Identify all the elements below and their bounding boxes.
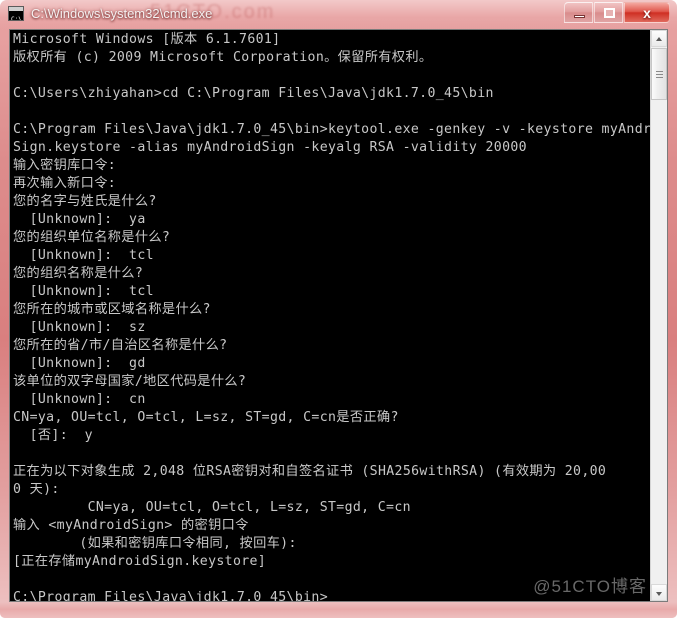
cmd-console-icon: C:\ (8, 6, 24, 21)
console-line: 您的组织单位名称是什么? (13, 230, 171, 245)
console-line: [Unknown]: ya (13, 212, 146, 227)
scrollbar-thumb[interactable] (651, 48, 667, 100)
console-line: 再次输入新口令: (13, 176, 117, 191)
console-icon-prompt-glyph: C:\ (11, 16, 22, 21)
console-line: C:\Program Files\Java\jdk1.7.0_45\bin> (13, 590, 329, 601)
console-line: (如果和密钥库口令相同, 按回车): (13, 536, 297, 551)
chevron-down-icon (656, 592, 662, 596)
vertical-scrollbar[interactable] (650, 30, 667, 601)
title-bar[interactable]: 51CTO.com C:\ C:\Windows\system32\cmd.ex… (0, 0, 677, 28)
console-line: [Unknown]: sz (13, 320, 146, 335)
console-client-area[interactable]: Microsoft Windows [版本 6.1.7601] 版权所有 (c) … (9, 29, 668, 602)
console-line: 您所在的省/市/自治区名称是什么? (13, 338, 228, 353)
console-line: 您所在的城市或区域名称是什么? (13, 302, 211, 317)
console-icon-screen: C:\ (9, 11, 23, 21)
console-line: [Unknown]: gd (13, 356, 146, 371)
window-controls: x (564, 2, 670, 23)
console-line: 该单位的双字母国家/地区代码是什么? (13, 374, 247, 389)
console-line: [正在存储myAndroidSign.keystore] (13, 554, 267, 569)
console-line: Sign.keystore -alias myAndroidSign -keya… (13, 140, 527, 155)
console-line: 输入 <myAndroidSign> 的密钥口令 (13, 518, 249, 533)
minimize-icon (574, 15, 585, 18)
console-line: CN=ya, OU=tcl, O=tcl, L=sz, ST=gd, C=cn是… (13, 410, 399, 425)
window-title: C:\Windows\system32\cmd.exe (31, 6, 213, 21)
scroll-up-arrow[interactable] (651, 30, 667, 47)
console-line: [Unknown]: tcl (13, 284, 154, 299)
console-line: 您的组织名称是什么? (13, 266, 144, 281)
maximize-icon (604, 8, 615, 18)
console-line: CN=ya, OU=tcl, O=tcl, L=sz, ST=gd, C=cn (13, 500, 411, 515)
console-line: 0 天): (13, 482, 60, 497)
scroll-down-arrow[interactable] (651, 584, 667, 601)
console-screen[interactable]: Microsoft Windows [版本 6.1.7601] 版权所有 (c) … (10, 30, 651, 601)
grip-icon (656, 71, 663, 78)
frame-bottom-gloss (0, 602, 677, 618)
console-line: 您的名字与姓氏是什么? (13, 194, 157, 209)
console-line: 版权所有 (c) 2009 Microsoft Corporation。保留所有… (13, 50, 433, 65)
titlebar-ghost-watermark: 51CTO.com (150, 1, 276, 23)
chevron-up-icon (656, 37, 662, 41)
console-line: [否]: y (13, 428, 93, 443)
console-line: [Unknown]: tcl (13, 248, 154, 263)
console-line: [Unknown]: cn (13, 392, 146, 407)
close-button[interactable]: x (624, 2, 670, 23)
console-line: 输入密钥库口令: (13, 158, 117, 173)
console-line: 正在为以下对象生成 2,048 位RSA密钥对和自签名证书 (SHA256wit… (13, 464, 607, 479)
console-line: C:\Program Files\Java\jdk1.7.0_45\bin>ke… (13, 122, 651, 137)
console-line: Microsoft Windows [版本 6.1.7601] (13, 32, 281, 47)
cmd-window: 51CTO.com C:\ C:\Windows\system32\cmd.ex… (0, 0, 677, 618)
close-icon: x (643, 5, 651, 21)
console-output: Microsoft Windows [版本 6.1.7601] 版权所有 (c) … (13, 31, 651, 601)
console-line: C:\Users\zhiyahan>cd C:\Program Files\Ja… (13, 86, 494, 101)
maximize-button[interactable] (594, 2, 623, 23)
minimize-button[interactable] (564, 2, 593, 23)
